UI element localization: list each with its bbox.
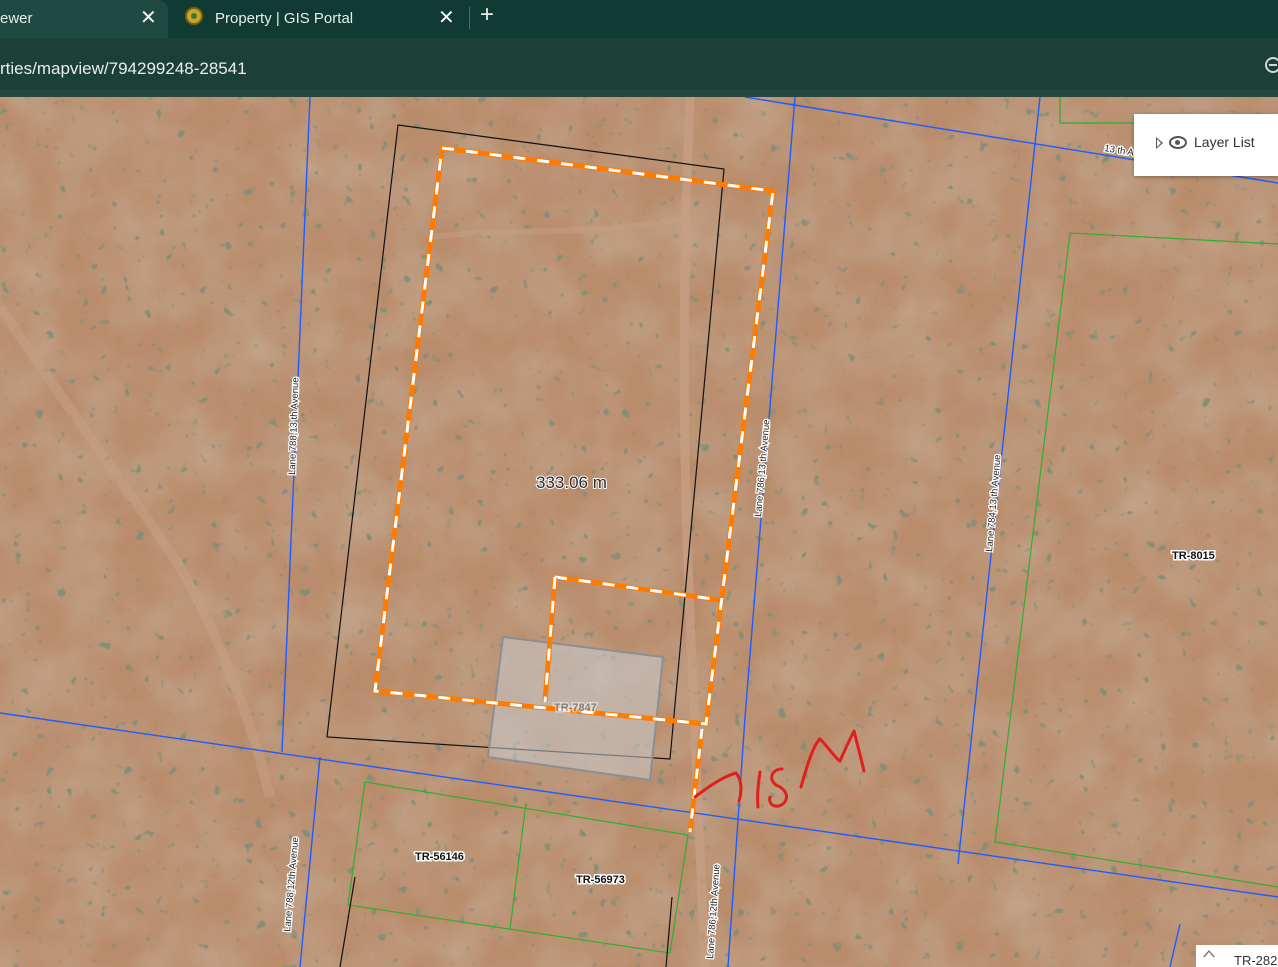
corner-panel[interactable]: TR-282 [1196, 945, 1278, 967]
map-canvas[interactable]: 333.06 m Lane 788,13 th Avenue Lane 786,… [0, 97, 1278, 967]
map-svg: 333.06 m Lane 788,13 th Avenue Lane 786,… [0, 97, 1278, 967]
tab-close-icon[interactable]: ✕ [140, 5, 157, 30]
gis-portal-favicon-icon [185, 7, 203, 25]
parcel-label[interactable]: TR-56146 [414, 850, 466, 865]
tab-close-icon[interactable]: ✕ [438, 5, 455, 30]
toolbar-separator [0, 90, 1278, 97]
chevron-up-icon[interactable] [1203, 950, 1215, 957]
address-bar[interactable]: rties/mapview/794299248-28541 [0, 38, 1278, 90]
browser-tab-gis-portal[interactable]: Property | GIS Portal ✕ [172, 0, 466, 38]
parcel-label[interactable]: TR-8015 [1171, 549, 1217, 564]
url-text[interactable]: rties/mapview/794299248-28541 [0, 59, 247, 79]
zoom-out-icon[interactable] [1265, 57, 1278, 73]
expand-caret-icon [1156, 137, 1163, 149]
new-tab-button[interactable]: + [480, 1, 494, 29]
tab-divider [469, 7, 470, 29]
corner-parcel-label: TR-282 [1234, 953, 1278, 967]
layer-list-label: Layer List [1194, 134, 1255, 150]
layer-list-button[interactable]: Layer List [1134, 114, 1278, 176]
tab-title: Property | GIS Portal [215, 10, 354, 27]
parcel-label[interactable]: TR-7847 [553, 701, 599, 716]
browser-tab-viewer[interactable]: ewer ✕ [0, 0, 168, 38]
measurement-label: 333.06 m [536, 473, 607, 492]
parcel-label[interactable]: TR-56973 [575, 873, 627, 888]
eye-icon [1169, 136, 1187, 149]
tab-title: ewer [0, 10, 33, 27]
browser-tab-bar: ewer ✕ Property | GIS Portal ✕ + [0, 0, 1278, 38]
